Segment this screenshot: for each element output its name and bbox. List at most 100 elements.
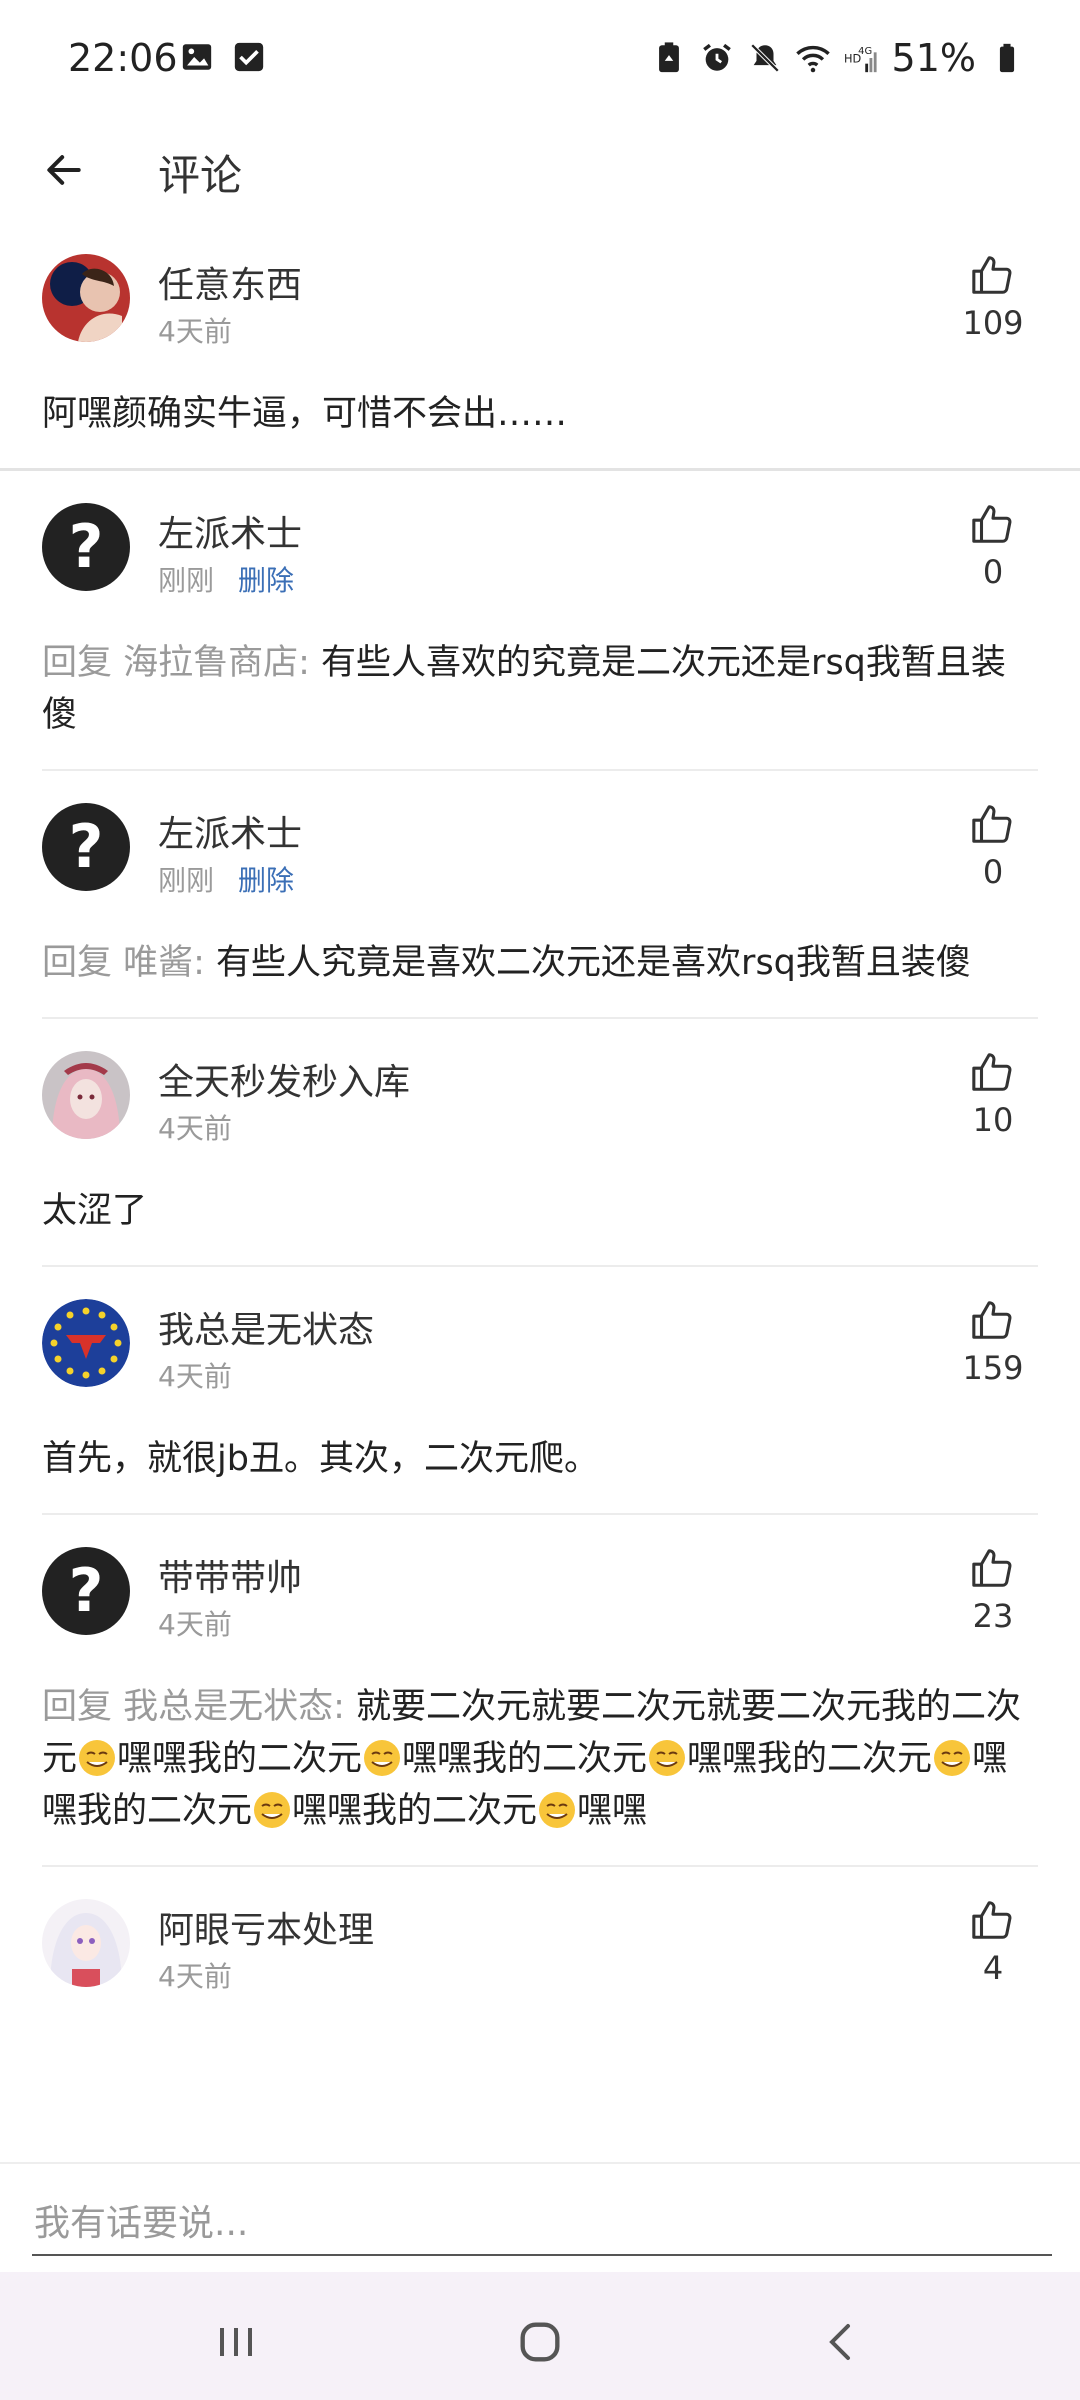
comment-item: ? 左派术士 刚刚 删除 0 回复 海拉鲁商店: 有些人喜欢的究竟是二次元还是rs… — [0, 471, 1080, 771]
comment-item: 阿眼亏本处理 4天前 4 — [0, 1867, 1080, 2017]
mute-icon — [750, 43, 779, 73]
comment-time: 4天前 — [158, 1112, 232, 1145]
comment-text: 阿嘿颜确实牛逼，可惜不会出…… — [42, 372, 1038, 468]
comment-body: 有些人究竟是喜欢二次元还是喜欢rsq我暂且装傻 — [216, 943, 971, 983]
like-count: 23 — [972, 1597, 1014, 1635]
like-button[interactable]: 0 — [948, 801, 1038, 891]
comment-item: 任意东西 4天前 109 阿嘿颜确实牛逼，可惜不会出…… — [0, 222, 1080, 471]
comment-body: 太涩了 — [42, 1191, 148, 1231]
comment-meta: 4天前 — [158, 310, 232, 350]
battery-percent: 51% — [891, 36, 976, 80]
drooling-face-emoji-icon — [364, 1740, 401, 1776]
comment-body-part: 嘿嘿我的二次元 — [687, 1739, 933, 1779]
like-count: 4 — [982, 1949, 1004, 1987]
home-button[interactable] — [500, 2302, 580, 2382]
comment-username[interactable]: 阿眼亏本处理 — [158, 1901, 374, 1953]
eu-flag-logo-avatar-image — [42, 1299, 130, 1387]
reply-prefix[interactable]: 回复 海拉鲁商店: — [42, 643, 321, 683]
thumbs-up-icon — [972, 256, 1012, 294]
reply-prefix[interactable]: 回复 我总是无状态: — [42, 1687, 356, 1727]
system-back-button[interactable] — [802, 2302, 882, 2382]
comment-text: 首先，就很jb丑。其次，二次元爬。 — [42, 1417, 1038, 1513]
comment-input-bar — [0, 2162, 1080, 2274]
comment-item: ? 带带带帅 4天前 23 回复 我总是无状态: 就要二次元就要二次元就要二次元… — [0, 1515, 1080, 1867]
comment-text: 回复 海拉鲁商店: 有些人喜欢的究竟是二次元还是rsq我暂且装傻 — [42, 621, 1038, 769]
comment-text: 回复 唯酱: 有些人究竟是喜欢二次元还是喜欢rsq我暂且装傻 — [42, 921, 1038, 1017]
question-mark-icon: ? — [68, 1556, 104, 1626]
comment-meta: 4天前 — [158, 1107, 232, 1147]
thumbs-up-icon — [972, 805, 1012, 843]
comment-time: 刚刚 — [158, 564, 215, 597]
comment-username[interactable]: 带带带帅 — [158, 1549, 302, 1601]
comment-item: 我总是无状态 4天前 159 首先，就很jb丑。其次，二次元爬。 — [0, 1267, 1080, 1515]
like-count: 0 — [982, 853, 1004, 891]
like-count: 10 — [972, 1101, 1014, 1139]
comment-username[interactable]: 左派术士 — [158, 805, 302, 857]
thumbs-up-icon — [972, 1301, 1012, 1339]
like-button[interactable]: 159 — [948, 1297, 1038, 1387]
comment-meta: 4天前 — [158, 1355, 232, 1395]
like-count: 159 — [962, 1349, 1024, 1387]
image-icon — [182, 44, 212, 70]
avatar[interactable]: ? — [42, 1547, 130, 1635]
delete-link[interactable]: 删除 — [238, 864, 294, 897]
comment-username[interactable]: 左派术士 — [158, 505, 302, 557]
battery-icon — [999, 43, 1015, 73]
status-time: 22:06 — [68, 36, 178, 80]
checkbox-icon — [234, 42, 264, 72]
like-button[interactable]: 109 — [948, 252, 1038, 342]
comment-username[interactable]: 任意东西 — [158, 256, 302, 308]
thumbs-up-icon — [972, 1053, 1012, 1091]
comment-body-part: 嘿嘿我的二次元 — [117, 1739, 363, 1779]
back-button[interactable] — [36, 142, 92, 198]
comment-list[interactable]: 任意东西 4天前 109 阿嘿颜确实牛逼，可惜不会出…… ? 左派术士 刚刚 删除… — [0, 222, 1080, 2162]
comment-time: 4天前 — [158, 1960, 232, 1993]
arrow-left-icon — [47, 155, 81, 185]
home-icon — [520, 2322, 560, 2362]
question-mark-icon: ? — [68, 812, 104, 882]
avatar[interactable] — [42, 1299, 130, 1387]
comment-meta: 4天前 — [158, 1955, 232, 1995]
avatar[interactable] — [42, 1899, 130, 1987]
like-count: 109 — [962, 304, 1024, 342]
comment-username[interactable]: 我总是无状态 — [158, 1301, 374, 1353]
thumbs-up-icon — [972, 1549, 1012, 1587]
anime-girl-avatar-image — [42, 1899, 130, 1987]
like-button[interactable]: 4 — [948, 1897, 1038, 1987]
avatar[interactable] — [42, 1051, 130, 1139]
avatar[interactable]: ? — [42, 803, 130, 891]
status-left-icons — [180, 40, 266, 74]
comment-meta: 刚刚 删除 — [158, 559, 294, 599]
reply-prefix[interactable]: 回复 唯酱: — [42, 943, 216, 983]
app-header: 评论 — [0, 120, 1080, 220]
like-count: 0 — [982, 553, 1004, 591]
drooling-face-emoji-icon — [254, 1792, 291, 1828]
like-button[interactable]: 0 — [948, 501, 1038, 591]
avatar[interactable]: ? — [42, 503, 130, 591]
comment-body: 首先，就很jb丑。其次，二次元爬。 — [42, 1439, 599, 1479]
comment-meta: 刚刚 删除 — [158, 859, 294, 899]
anime-character-avatar-image — [42, 1051, 130, 1139]
comment-item: 全天秒发秒入库 4天前 10 太涩了 — [0, 1019, 1080, 1267]
drooling-face-emoji-icon — [79, 1740, 116, 1776]
thumbs-up-icon — [972, 1901, 1012, 1939]
comment-body-part: 嘿嘿我的二次元 — [292, 1791, 538, 1831]
delete-link[interactable]: 删除 — [238, 564, 294, 597]
chevron-left-icon — [829, 2324, 850, 2360]
avatar[interactable] — [42, 254, 130, 342]
status-right-icons: HD 4G 51% — [652, 36, 1024, 80]
comment-time: 刚刚 — [158, 864, 215, 897]
status-bar: 22:06 HD 4G 51% — [0, 0, 1080, 120]
page-title: 评论 — [158, 151, 243, 200]
like-button[interactable]: 10 — [948, 1049, 1038, 1139]
comment-time: 4天前 — [158, 1608, 232, 1641]
battery-saver-icon — [658, 42, 679, 73]
recent-apps-button[interactable] — [196, 2302, 276, 2382]
comment-meta: 4天前 — [158, 1603, 232, 1643]
drooling-face-emoji-icon — [934, 1740, 971, 1776]
user-photo-avatar-image — [42, 254, 130, 342]
like-button[interactable]: 23 — [948, 1545, 1038, 1635]
comment-username[interactable]: 全天秒发秒入库 — [158, 1053, 410, 1105]
comment-input[interactable] — [32, 2192, 1052, 2256]
wifi-icon — [795, 45, 830, 73]
